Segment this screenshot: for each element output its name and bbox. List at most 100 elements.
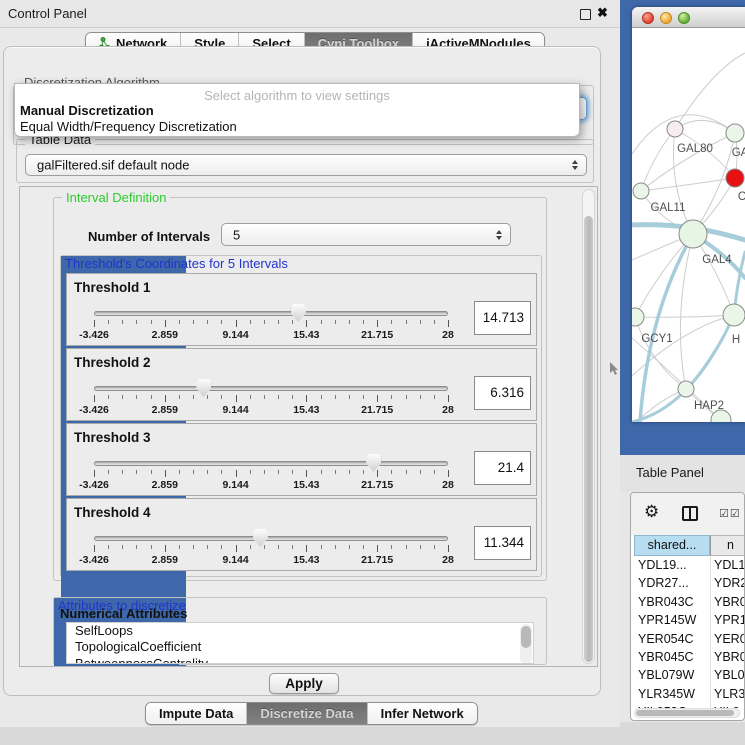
node-label: HAP2 (694, 400, 724, 412)
tab-discretize-data[interactable]: Discretize Data (246, 703, 366, 724)
float-window-icon[interactable] (580, 9, 591, 20)
table-panel-titlebar: Table Panel (620, 455, 745, 492)
tick-label: 2.859 (152, 554, 178, 566)
slider-track[interactable] (94, 536, 448, 541)
tick-labels: -3.4262.8599.14415.4321.71528 (94, 404, 448, 416)
table-data-combobox[interactable]: galFiltered.sif default node (25, 154, 587, 176)
table-row[interactable]: YDR27...YDR2 (631, 574, 745, 592)
network-edge[interactable] (635, 315, 734, 317)
network-frame: GAL80GACGAL11GAL4GCY1HHAP2 (620, 0, 745, 455)
column-header-1[interactable]: shared... (634, 535, 710, 556)
table-toolbar: ⚙ ☑☑ (631, 493, 744, 535)
network-edge[interactable] (675, 53, 745, 129)
node-label: GCY1 (641, 333, 672, 345)
apply-button[interactable]: Apply (269, 673, 339, 694)
table-row[interactable]: YBR043CYBR0 (631, 593, 745, 611)
tick-label: 9.144 (222, 404, 248, 416)
threshold-value-field[interactable]: 21.4 (474, 451, 531, 485)
threshold-label: Threshold 3 (74, 430, 151, 445)
tick-marks (94, 470, 448, 478)
attribute-item[interactable]: TopologicalCoefficient (67, 639, 533, 655)
scrollbar-thumb[interactable] (636, 710, 734, 716)
network-node[interactable] (723, 304, 745, 326)
table-row[interactable]: YPR145WYPR1 (631, 611, 745, 629)
num-intervals-spinner[interactable]: 5 (221, 223, 511, 246)
right-panel: GAL80GACGAL11GAL4GCY1HHAP2 Table Panel ⚙… (620, 0, 745, 745)
column-header-2[interactable]: n (710, 535, 745, 556)
tick-label: 9.144 (222, 329, 248, 341)
network-node[interactable] (678, 381, 694, 397)
threshold-value-field[interactable]: 14.713 (474, 301, 531, 335)
network-window-titlebar[interactable] (632, 7, 745, 28)
tab-infer-network[interactable]: Infer Network (367, 703, 477, 724)
network-node[interactable] (726, 169, 744, 187)
minimize-traffic-light-icon[interactable] (660, 12, 672, 24)
cell-name: YDL1 (714, 556, 745, 574)
scrollbar-thumb[interactable] (584, 216, 593, 662)
close-icon[interactable]: ✖ (597, 5, 608, 21)
table-rows: YDL19...YDL1YDR27...YDR2YBR043CYBR0YPR14… (631, 556, 745, 708)
zoom-traffic-light-icon[interactable] (678, 12, 690, 24)
cell-name: YPR1 (714, 611, 745, 629)
table-row[interactable]: YER054CYER0 (631, 630, 745, 648)
control-panel: Control Panel ✖ NetworkStyleSelectCyni T… (0, 0, 620, 727)
network-node[interactable] (679, 220, 707, 248)
tick-label: 21.715 (361, 554, 393, 566)
network-edge[interactable] (635, 317, 686, 389)
table-row[interactable]: YLR345WYLR3 (631, 685, 745, 703)
tab-label: Discretize Data (260, 706, 353, 721)
tick-labels: -3.4262.8599.14415.4321.71528 (94, 554, 448, 566)
tab-label: Infer Network (381, 706, 464, 721)
tab-impute-data[interactable]: Impute Data (146, 703, 246, 724)
checkboxes-icon[interactable]: ☑☑ (719, 507, 741, 520)
num-intervals-label: Number of Intervals (88, 229, 210, 244)
node-label: GA (732, 147, 745, 159)
attribute-item[interactable]: SelfLoops (67, 623, 533, 639)
split-columns-icon[interactable] (682, 506, 698, 521)
algorithm-option[interactable]: Equal Width/Frequency Discretization (20, 119, 237, 134)
network-node[interactable] (726, 124, 744, 142)
tick-label: 15.43 (293, 479, 319, 491)
slider-track[interactable] (94, 386, 448, 391)
cell-name: YLR3 (714, 685, 745, 703)
network-node[interactable] (632, 308, 644, 326)
tick-label: 9.144 (222, 554, 248, 566)
node-label: GAL80 (677, 143, 713, 155)
table-row[interactable]: YBR045CYBR0 (631, 648, 745, 666)
tick-label: 21.715 (361, 479, 393, 491)
threshold-value-field[interactable]: 11.344 (474, 526, 531, 560)
tick-label: 2.859 (152, 404, 178, 416)
cell-shared-name: YDR27... (638, 574, 689, 592)
table-panel-body: ⚙ ☑☑ shared...n YDL19...YDL1YDR27...YDR2… (620, 492, 745, 722)
tick-label: 9.144 (222, 479, 248, 491)
tick-label: 15.43 (293, 404, 319, 416)
network-node[interactable] (633, 183, 649, 199)
algorithm-option[interactable]: Manual Discretization (20, 103, 154, 118)
scrollbar-thumb[interactable] (521, 626, 531, 648)
num-intervals-value: 5 (233, 227, 240, 242)
table-row[interactable]: YBL079WYBL0 (631, 666, 745, 684)
close-traffic-light-icon[interactable] (642, 12, 654, 24)
tick-labels: -3.4262.8599.14415.4321.71528 (94, 329, 448, 341)
interval-definition-group: Interval Definition Number of Intervals … (53, 197, 547, 581)
algorithm-dropdown-popup: Select algorithm to view settings Manual… (14, 83, 580, 137)
table-horizontal-scrollbar[interactable] (634, 708, 740, 718)
network-edge[interactable] (641, 129, 675, 191)
network-node[interactable] (667, 121, 683, 137)
table-row[interactable]: YDL19...YDL1 (631, 556, 745, 574)
attributes-list[interactable]: SelfLoopsTopologicalCoefficientBetweenne… (66, 622, 534, 664)
threshold-label: Threshold 4 (74, 505, 151, 520)
network-edge[interactable] (686, 315, 734, 389)
bottom-tab-bar: Impute Data Discretize Data Infer Network (145, 702, 478, 725)
settings-scrollbar[interactable] (582, 189, 595, 664)
tick-label: -3.426 (79, 554, 109, 566)
threshold-value-field[interactable]: 6.316 (474, 376, 531, 410)
tick-label: 2.859 (152, 479, 178, 491)
network-canvas[interactable]: GAL80GACGAL11GAL4GCY1HHAP2 (632, 28, 745, 422)
attribute-item[interactable]: BetweennessCentrality (67, 656, 533, 664)
slider-track[interactable] (94, 461, 448, 466)
gear-icon[interactable]: ⚙ (644, 503, 659, 520)
slider-track[interactable] (94, 311, 448, 316)
table-data-value: galFiltered.sif default node (37, 158, 189, 173)
attributes-list-scrollbar[interactable] (520, 624, 532, 664)
